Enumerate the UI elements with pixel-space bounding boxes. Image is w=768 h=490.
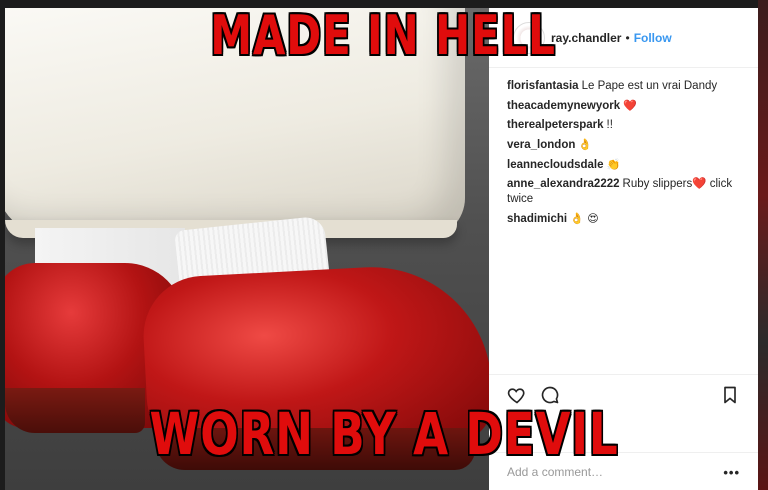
- comment-item: therealpeterspark!!: [507, 118, 747, 133]
- comment-username[interactable]: vera_london: [507, 139, 575, 151]
- comment-text: !!: [606, 119, 613, 131]
- comment-username[interactable]: leanneclouds​dale: [507, 159, 604, 171]
- comment-username[interactable]: theacademynewyork: [507, 100, 620, 112]
- comment-username[interactable]: florisfantasia: [507, 80, 579, 92]
- clap-emoji: 👏: [606, 158, 621, 171]
- comment-username[interactable]: therealpeterspark: [507, 119, 604, 131]
- bookmark-icon[interactable]: [720, 385, 740, 405]
- comment-item: florisfantasia Le Pape est un vrai Dandy: [507, 79, 747, 94]
- comment-text: Le Pape est un vrai Dandy: [581, 80, 718, 92]
- more-options-button[interactable]: •••: [723, 465, 740, 480]
- comment-list: florisfantasia Le Pape est un vrai Dandy …: [507, 79, 747, 231]
- comment-item: theacademynewyork ❤️: [507, 98, 747, 114]
- heart-emoji: ❤️: [623, 99, 637, 112]
- ok-hand-emoji: 👌: [578, 138, 593, 151]
- emoji-pair: 👌 😍: [570, 212, 599, 225]
- comment-item: vera_london 👌: [507, 137, 747, 153]
- comment-item: leanneclouds​dale 👏: [507, 157, 747, 173]
- comment-item: shadimichi 👌 😍: [507, 211, 747, 227]
- backdrop-edge: [758, 0, 768, 490]
- comment-item: anne_alexandra2222 Ruby slippers❤️ click …: [507, 177, 747, 207]
- meme-top-caption: MADE IN HELL: [210, 4, 556, 67]
- comment-username[interactable]: anne_alexandra2222: [507, 178, 620, 190]
- meme-bottom-caption: WORN BY A DEVIL: [149, 400, 619, 468]
- comment-username[interactable]: shadimichi: [507, 213, 567, 225]
